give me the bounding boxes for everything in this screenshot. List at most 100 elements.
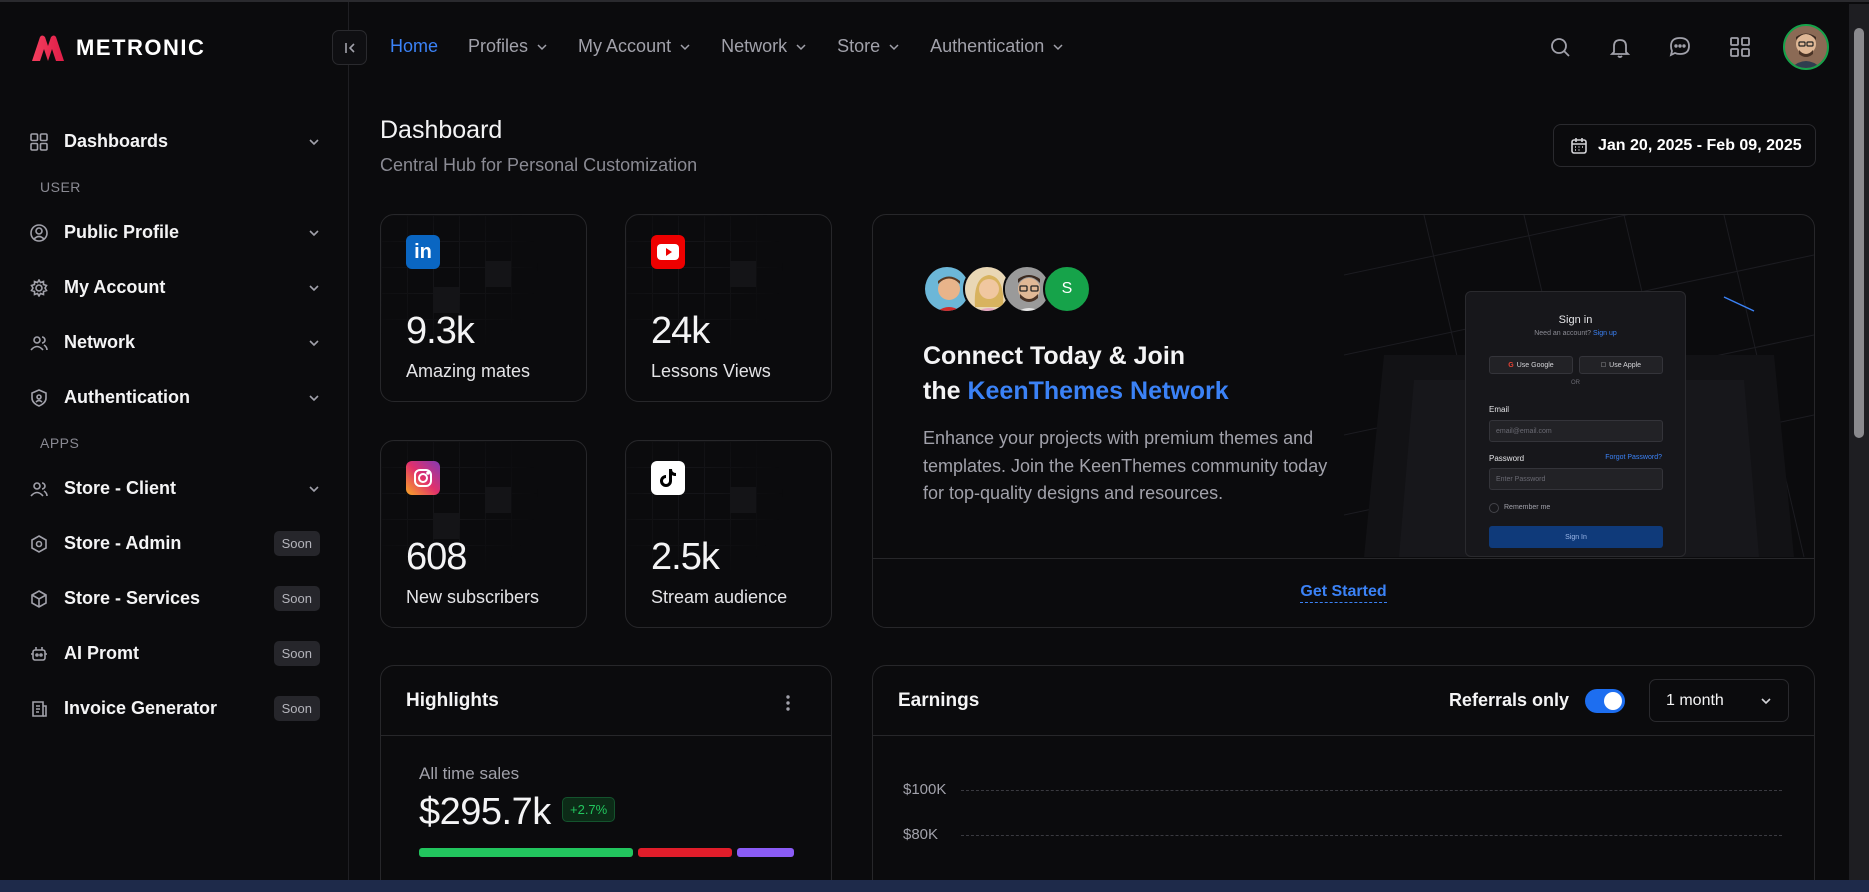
cube-icon	[28, 588, 50, 610]
nav-network[interactable]: Network	[721, 36, 807, 57]
top-toolbar	[1543, 24, 1829, 70]
mock-signin-button: Sign In	[1489, 526, 1663, 548]
mock-signup-link: Sign up	[1593, 330, 1617, 337]
nav-label: Store	[837, 36, 881, 56]
search-button[interactable]	[1543, 30, 1577, 64]
sidebar-item-label: Invoice Generator	[64, 698, 218, 718]
growth-badge: +2.7%	[562, 797, 616, 822]
highlights-title: Highlights	[406, 689, 499, 711]
bar-segment-green	[419, 848, 633, 857]
sidebar-item-ai-promt[interactable]: AI Promt Soon	[28, 626, 320, 681]
sidebar-item-store-services[interactable]: Store - Services Soon	[28, 571, 320, 626]
connect-footer: Get Started	[873, 558, 1814, 627]
highlights-card: Highlights All time sales $295.7k +2.7%	[380, 665, 832, 892]
notifications-button[interactable]	[1603, 30, 1637, 64]
stat-value: 9.3k	[406, 310, 475, 352]
sidebar-item-label: Store - Admin	[64, 533, 182, 553]
connect-title: Connect Today & Join the KeenThemes Netw…	[923, 339, 1229, 409]
brand-name: METRONIC	[76, 35, 206, 60]
chevron-down-icon	[889, 43, 899, 50]
nav-label: Authentication	[930, 36, 1045, 56]
chevron-down-icon	[680, 43, 690, 50]
highlights-value: $295.7k	[419, 791, 551, 833]
date-range-picker[interactable]: Jan 20, 2025 - Feb 09, 2025	[1553, 124, 1816, 167]
bar-segment-red	[638, 848, 732, 857]
dashboard-grid-icon	[28, 131, 50, 153]
metronic-logo-icon	[32, 35, 64, 61]
stat-label: New subscribers	[406, 587, 540, 607]
user-avatar[interactable]	[1783, 24, 1829, 70]
avatar-initial-text: S	[1061, 280, 1073, 297]
stat-card-linkedin: in 9.3k Amazing mates	[380, 214, 587, 402]
sidebar-item-invoice-generator[interactable]: Invoice Generator Soon	[28, 681, 320, 736]
signin-mockup: Sign in Need an account? Sign up G Use Go…	[1465, 291, 1686, 557]
linkedin-icon: in	[406, 235, 440, 269]
soon-badge: Soon	[273, 641, 320, 666]
sales-distribution-bar	[419, 848, 794, 857]
highlights-header: Highlights	[381, 666, 831, 736]
scrollbar-thumb[interactable]	[1854, 28, 1864, 438]
nav-label: My Account	[578, 36, 672, 56]
nav-label: Home	[390, 36, 439, 56]
chevron-down-icon	[309, 138, 319, 145]
nav-store[interactable]: Store	[837, 36, 900, 57]
sidebar-item-dashboards[interactable]: Dashboards	[28, 114, 320, 169]
youtube-icon	[651, 235, 685, 269]
nav-authentication[interactable]: Authentication	[930, 36, 1064, 57]
sidebar-collapse-button[interactable]	[332, 30, 367, 65]
top-navigation: Home Profiles My Account Network Store A…	[390, 36, 1094, 57]
mock-password-label: Password	[1489, 454, 1525, 463]
sidebar-item-store-admin[interactable]: Store - Admin Soon	[28, 516, 320, 571]
mock-need-account: Need an account? Sign up	[1466, 330, 1685, 337]
sidebar-item-store-client[interactable]: Store - Client	[28, 461, 320, 516]
page-scrollbar[interactable]	[1849, 4, 1869, 880]
sidebar-item-authentication[interactable]: Authentication	[28, 370, 320, 425]
period-select-value: 1 month	[1666, 691, 1724, 709]
bell-icon	[1609, 39, 1631, 58]
pattern-cell	[730, 261, 756, 287]
mock-remember-label: Remember me	[1504, 504, 1551, 511]
chevron-down-icon	[309, 284, 319, 291]
more-vertical-icon[interactable]	[785, 694, 791, 712]
connect-description: Enhance your projects with premium theme…	[923, 428, 1328, 503]
mock-email-input: email@email.com	[1489, 420, 1663, 442]
stat-card-youtube: 24k Lessons Views	[625, 214, 832, 402]
sidebar-item-label: Store - Client	[64, 478, 177, 498]
apps-button[interactable]	[1723, 30, 1757, 64]
connect-title-line1: Connect Today & Join	[923, 342, 1186, 370]
sidebar-item-network[interactable]: Network	[28, 315, 320, 370]
nav-profiles[interactable]: Profiles	[468, 36, 548, 57]
google-icon: G	[1508, 361, 1514, 369]
chat-button[interactable]	[1663, 30, 1697, 64]
earnings-card: Earnings Referrals only 1 month $100K $8…	[872, 665, 1815, 892]
mock-remember-checkbox	[1489, 503, 1499, 513]
highlights-subtitle: All time sales	[419, 764, 520, 783]
shield-icon	[28, 387, 50, 409]
period-select[interactable]: 1 month	[1649, 679, 1789, 722]
avatar-initial: S	[1043, 265, 1091, 313]
get-started-link[interactable]: Get Started	[1300, 583, 1387, 603]
nav-my-account[interactable]: My Account	[578, 36, 691, 57]
sidebar-section-user: USER	[40, 179, 81, 195]
sidebar-item-public-profile[interactable]: Public Profile	[28, 205, 320, 260]
instagram-icon	[406, 461, 440, 495]
sidebar-item-label: My Account	[64, 277, 166, 297]
pattern-cell	[485, 487, 511, 513]
nav-home[interactable]: Home	[390, 36, 438, 57]
apps-grid-icon	[1730, 37, 1750, 57]
stat-label: Stream audience	[651, 587, 788, 607]
referrals-toggle[interactable]	[1585, 688, 1625, 713]
sidebar-item-my-account[interactable]: My Account	[28, 260, 320, 315]
brand-logo[interactable]: METRONIC	[30, 34, 205, 62]
chevron-down-icon	[309, 229, 319, 236]
connect-title-line2: the KeenThemes Network	[923, 374, 1229, 409]
mock-apple-label: Use Apple	[1606, 361, 1641, 369]
calendar-icon	[1571, 137, 1587, 154]
y-tick-label: $80K	[903, 826, 939, 843]
chevron-down-icon	[1053, 43, 1063, 50]
connect-title-highlight: KeenThemes Network	[967, 377, 1229, 405]
chevron-down-icon	[1761, 697, 1771, 704]
avatar-group: S	[923, 265, 1091, 313]
mock-google-label: Use Google	[1516, 361, 1554, 369]
sidebar-nav: Dashboards USER Public Profile My Accoun…	[28, 114, 320, 736]
